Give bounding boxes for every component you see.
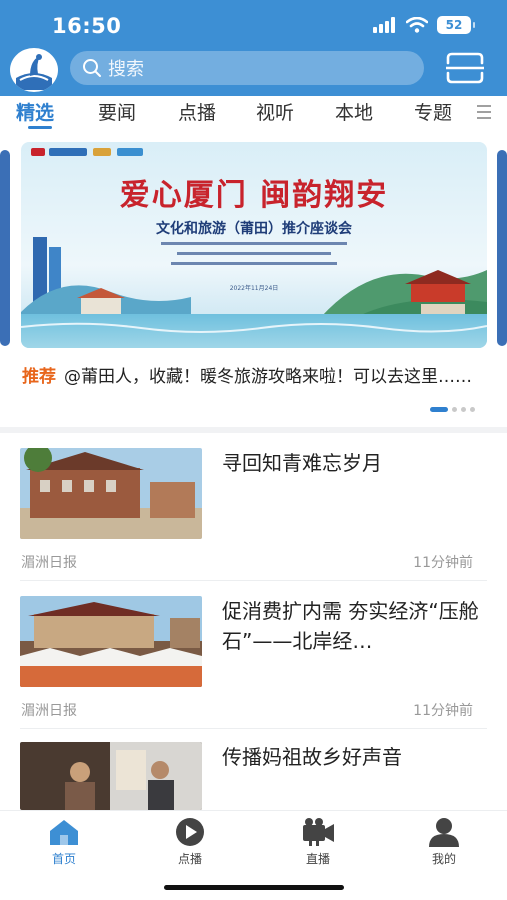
news-title: 寻回知青难忘岁月 <box>222 451 382 475</box>
signal-icon <box>373 17 395 33</box>
banner-title: 爱心厦门 闽韵翔安 <box>119 178 389 213</box>
user-icon <box>429 818 459 847</box>
recommend-caption[interactable]: 推荐 @莆田人，收藏！暖冬旅游攻略来啦！可以去这里…… <box>22 364 482 390</box>
scan-icon[interactable] <box>446 52 484 84</box>
news-time: 11分钟前 <box>413 703 473 719</box>
news-separator <box>20 728 487 729</box>
banner-date: 2022年11月24日 <box>229 285 279 292</box>
news-thumbnail <box>20 596 202 687</box>
news-item[interactable]: 寻回知青难忘岁月 湄洲日报 11分钟前 <box>20 448 487 581</box>
app-logo[interactable] <box>10 48 58 92</box>
menu-icon[interactable] <box>475 104 493 120</box>
news-source: 湄洲日报 <box>21 703 77 719</box>
status-time: 16:50 <box>52 14 122 38</box>
recommend-text: @莆田人，收藏！暖冬旅游攻略来啦！可以去这里…… <box>64 367 472 387</box>
nav-on-demand[interactable]: 点播 <box>150 817 230 867</box>
tab-audio-visual[interactable]: 视听 <box>256 98 294 130</box>
news-title: 促消费扩内需 夯实经济“压舱石”——北岸经… <box>222 599 479 653</box>
carousel-dot <box>461 406 466 412</box>
tab-topics[interactable]: 专题 <box>414 98 452 130</box>
nav-profile-label: 我的 <box>431 852 456 866</box>
nav-on-demand-label: 点播 <box>177 852 202 866</box>
banner-subtitle: 文化和旅游（莆田）推介座谈会 <box>156 221 352 237</box>
carousel-dot <box>430 406 448 412</box>
news-source: 湄洲日报 <box>21 555 77 571</box>
home-icon <box>50 820 78 845</box>
tab-local[interactable]: 本地 <box>335 98 373 130</box>
news-thumbnail <box>20 448 202 539</box>
nav-home-label: 首页 <box>51 852 76 866</box>
active-tab-indicator <box>28 126 52 129</box>
carousel-dot <box>470 406 475 412</box>
search-icon <box>83 59 101 77</box>
search-bar[interactable]: 搜索 <box>70 51 424 85</box>
nav-live[interactable]: 直播 <box>278 817 358 867</box>
carousel-dot <box>452 406 457 412</box>
tab-headlines[interactable]: 要闻 <box>98 98 136 130</box>
nav-home[interactable]: 首页 <box>24 817 104 867</box>
nav-profile[interactable]: 我的 <box>404 817 484 867</box>
camera-icon <box>303 818 334 846</box>
app-header: 16:50 52 搜索 <box>0 0 507 96</box>
news-separator <box>20 580 487 581</box>
news-item[interactable]: 促消费扩内需 夯实经济“压舱石”——北岸经… 湄洲日报 11分钟前 <box>20 596 487 729</box>
carousel-dots <box>430 406 475 412</box>
news-title: 传播妈祖故乡好声音 <box>222 745 402 769</box>
nav-live-label: 直播 <box>305 852 330 866</box>
status-bar: 16:50 52 <box>0 0 507 50</box>
tab-on-demand[interactable]: 点播 <box>178 98 216 130</box>
status-icons: 52 <box>373 16 475 34</box>
news-thumbnail <box>20 742 202 810</box>
section-divider <box>0 427 507 433</box>
carousel-next-peek[interactable] <box>497 150 507 346</box>
banner-image[interactable]: 爱心厦门 闽韵翔安 文化和旅游（莆田）推介座谈会 2022年11月24日 <box>21 142 487 348</box>
search-placeholder: 搜索 <box>108 59 144 80</box>
play-icon <box>176 818 204 846</box>
channel-tabs: 精选 要闻 点播 视听 本地 专题 <box>0 96 507 132</box>
logo-icon <box>16 54 52 90</box>
recommend-tag: 推荐 <box>22 367 56 387</box>
home-indicator[interactable] <box>164 885 344 890</box>
carousel-prev-peek[interactable] <box>0 150 10 346</box>
news-time: 11分钟前 <box>413 555 473 571</box>
wifi-icon <box>406 17 428 33</box>
battery-icon: 52 <box>437 16 475 34</box>
